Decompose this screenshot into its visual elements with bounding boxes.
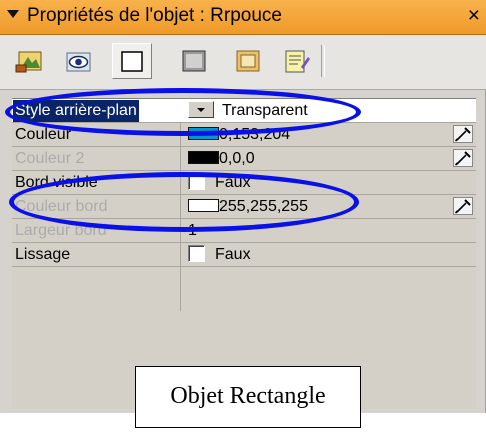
- property-value: 255,255,255: [188, 196, 308, 218]
- property-label: Style arrière-plan: [13, 100, 139, 122]
- border-visible-checkbox[interactable]: [188, 173, 205, 191]
- border-color-swatch[interactable]: [188, 199, 219, 213]
- border-visible-value: Faux: [215, 174, 251, 191]
- property-row-color[interactable]: Couleur 0,153,204: [12, 123, 476, 147]
- color2-swatch[interactable]: [188, 151, 219, 165]
- frame-style-icon: [236, 50, 260, 72]
- property-label: Couleur: [15, 126, 72, 143]
- property-value: Transparent: [188, 100, 308, 122]
- color2-value: 0,0,0: [219, 150, 255, 167]
- tab-background[interactable]: [112, 43, 152, 79]
- tab-border[interactable]: [174, 43, 214, 79]
- property-value: 0,0,0: [188, 148, 255, 170]
- property-label: Lissage: [15, 246, 71, 263]
- callout-label: Objet Rectangle: [135, 366, 361, 428]
- border-width-value: 1: [188, 222, 197, 239]
- property-row-border-color[interactable]: Couleur bord 255,255,255: [12, 195, 476, 219]
- close-icon[interactable]: ×: [468, 4, 480, 28]
- tab-frame[interactable]: [228, 43, 268, 79]
- smoothing-value: Faux: [215, 246, 251, 263]
- appearance-icon: [15, 51, 42, 73]
- property-grid: Style arrière-plan Transparent Couleur 0…: [12, 98, 476, 311]
- property-value: 0,153,204: [188, 124, 290, 146]
- tab-appearance[interactable]: [10, 43, 50, 79]
- property-value: Faux: [188, 244, 251, 266]
- smoothing-checkbox[interactable]: [188, 245, 205, 263]
- panel-title: Propriétés de l'objet : Rrpouce: [27, 5, 282, 26]
- eyedropper-icon[interactable]: [453, 197, 473, 215]
- tab-visibility[interactable]: [58, 43, 98, 79]
- property-row-border-visible[interactable]: Bord visible Faux: [12, 171, 476, 195]
- property-row-background-style[interactable]: Style arrière-plan Transparent: [12, 99, 476, 123]
- property-row-smoothing[interactable]: Lissage Faux: [12, 243, 476, 267]
- title-bar[interactable]: Propriétés de l'objet : Rrpouce ×: [0, 0, 486, 35]
- property-label: Couleur 2: [15, 150, 85, 167]
- property-row-color2[interactable]: Couleur 2 0,0,0: [12, 147, 476, 171]
- collapse-arrow-icon[interactable]: [7, 10, 19, 18]
- background-style-value: Transparent: [222, 102, 308, 119]
- color-value: 0,153,204: [219, 126, 291, 143]
- tab-notes[interactable]: [276, 43, 316, 79]
- property-label: Bord visible: [15, 174, 98, 191]
- visibility-eye-icon: [66, 52, 91, 72]
- tab-toolbar: [0, 35, 486, 90]
- property-label: Couleur bord: [15, 198, 108, 215]
- properties-panel: Propriétés de l'objet : Rrpouce × Style …: [0, 0, 486, 413]
- eyedropper-icon[interactable]: [453, 149, 473, 167]
- property-row-border-width[interactable]: Largeur bord 1: [12, 219, 476, 243]
- toolbar-separator: [321, 45, 325, 77]
- eyedropper-icon[interactable]: [453, 125, 473, 143]
- property-label: Largeur bord: [15, 222, 107, 239]
- border-color-value: 255,255,255: [219, 198, 308, 215]
- border-style-icon: [182, 50, 206, 72]
- dropdown-button[interactable]: [188, 101, 214, 119]
- property-value: Faux: [188, 172, 251, 194]
- color-swatch[interactable]: [188, 127, 219, 141]
- background-style-icon: [121, 51, 143, 72]
- notes-icon: [285, 50, 310, 73]
